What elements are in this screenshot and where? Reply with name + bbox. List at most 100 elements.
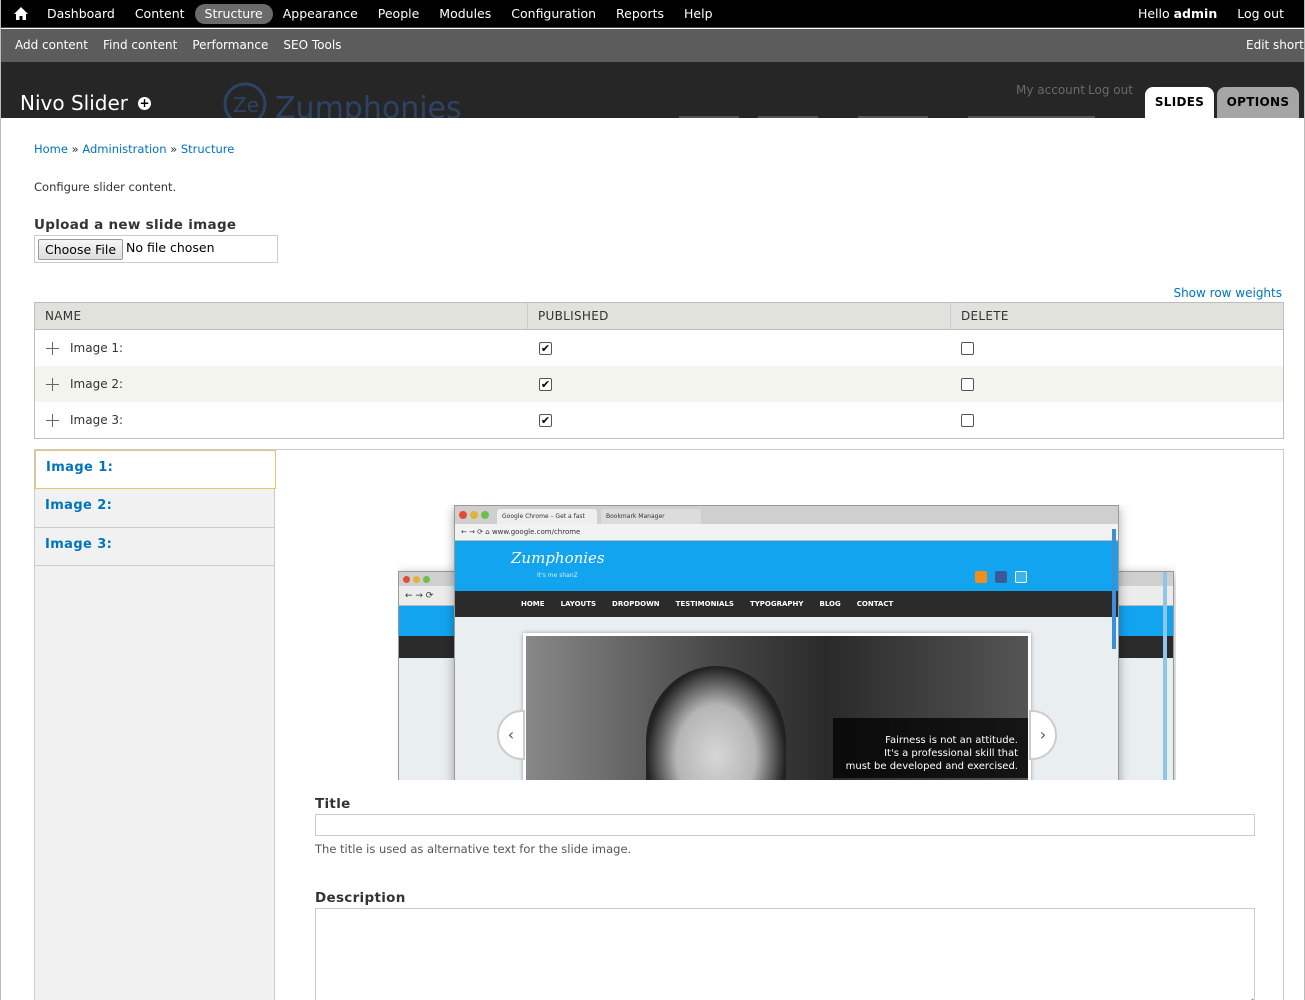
slider-portrait — [646, 666, 786, 780]
user-greeting: Hello admin — [1138, 6, 1217, 21]
slides-table: NAME PUBLISHED DELETE Image 1: ✔ Image 2… — [34, 302, 1284, 439]
title-input[interactable] — [315, 814, 1255, 836]
table-row: Image 3: ✔ — [35, 402, 1283, 438]
site-nav-contact: CONTACT — [856, 600, 894, 608]
delete-checkbox[interactable] — [961, 378, 974, 391]
published-checkbox[interactable]: ✔ — [539, 378, 552, 391]
site-nav-dropdown: DROPDOWN — [612, 600, 660, 608]
facebook-icon — [995, 571, 1007, 583]
toolbar-item-help[interactable]: Help — [674, 4, 723, 24]
intro-text: Configure slider content. — [34, 180, 177, 194]
rss-icon — [975, 571, 987, 583]
site-nav-layouts: LAYOUTS — [560, 600, 597, 608]
row-name: Image 3: — [70, 413, 124, 427]
slider-prev-icon: ‹ — [497, 710, 525, 760]
home-icon[interactable] — [13, 6, 29, 21]
add-shortcut-icon[interactable]: + — [137, 96, 151, 110]
browser-address-bar: ← → ⟳ ⌂ www.google.com/chrome — [455, 524, 1118, 541]
drag-handle-icon[interactable] — [46, 413, 59, 427]
site-nav-blog: BLOG — [819, 600, 841, 608]
table-row: Image 2: ✔ — [35, 366, 1283, 402]
choose-file-button[interactable]: Choose File — [38, 239, 124, 260]
toolbar-item-content[interactable]: Content — [125, 4, 195, 24]
file-status: No file chosen — [126, 240, 215, 255]
shortcuts-bar: Add content Find content Performance SEO… — [1, 29, 1304, 62]
hello-text: Hello — [1137, 6, 1174, 21]
toolbar-item-modules[interactable]: Modules — [429, 4, 501, 24]
vertical-tab-image-3[interactable]: Image 3: — [35, 528, 274, 566]
site-brand: Zumphonies — [511, 549, 605, 567]
delete-checkbox[interactable] — [961, 414, 974, 427]
site-page-body: Fairness is not an attitude. It's a prof… — [455, 529, 1118, 780]
shortcut-performance[interactable]: Performance — [192, 38, 268, 52]
toolbar-item-appearance[interactable]: Appearance — [273, 4, 368, 24]
description-textarea[interactable] — [315, 908, 1255, 1000]
twitter-icon — [1015, 571, 1027, 583]
published-checkbox[interactable]: ✔ — [539, 342, 552, 355]
user-name[interactable]: admin — [1174, 6, 1218, 21]
page-title-text: Nivo Slider — [20, 91, 128, 115]
slide-preview-image: ← → ⟳ Google Chrome – Get a fast Bookmar… — [398, 505, 1176, 780]
toolbar-item-dashboard[interactable]: Dashboard — [37, 4, 125, 24]
toolbar-item-structure[interactable]: Structure — [194, 4, 273, 24]
toolbar-item-configuration[interactable]: Configuration — [501, 4, 606, 24]
window-buttons — [403, 576, 430, 583]
toolbar-user: Hello admin Log out — [1138, 6, 1284, 21]
upload-label: Upload a new slide image — [34, 217, 237, 233]
toolbar-item-people[interactable]: People — [368, 4, 430, 24]
tab-options[interactable]: OPTIONS — [1217, 87, 1299, 118]
table-row: Image 1: ✔ — [35, 330, 1283, 366]
tab-slides[interactable]: SLIDES — [1145, 87, 1214, 118]
ghost-nav — [679, 116, 739, 118]
browser-url: www.google.com/chrome — [491, 528, 581, 536]
breadcrumb-structure[interactable]: Structure — [181, 142, 235, 156]
show-row-weights-link[interactable]: Show row weights — [1173, 286, 1282, 300]
window-titlebar: Google Chrome – Get a fast Bookmark Mana… — [455, 506, 1118, 524]
name-cell: Image 1: — [35, 341, 528, 355]
toolbar-item-reports[interactable]: Reports — [606, 4, 674, 24]
upload-field: Choose File No file chosen — [34, 235, 278, 263]
front-browser-window: Google Chrome – Get a fast Bookmark Mana… — [454, 505, 1119, 780]
published-checkbox[interactable]: ✔ — [539, 414, 552, 427]
breadcrumb-home[interactable]: Home — [34, 142, 68, 156]
ghost-nav — [758, 116, 818, 118]
ghost-nav — [968, 116, 1095, 118]
site-nav-home: HOME — [521, 600, 545, 608]
page-title: Nivo Slider + — [20, 91, 151, 115]
site-header-band: Zumphonies It's me shanZ — [455, 541, 1118, 591]
edit-shortcuts-link[interactable]: Edit shortcuts — [1246, 38, 1304, 52]
caption-line: must be developed and exercised. — [845, 761, 1018, 772]
shortcut-find-content[interactable]: Find content — [103, 38, 177, 52]
table-header: NAME PUBLISHED DELETE — [35, 303, 1283, 330]
svg-text:Zumphonies: Zumphonies — [275, 91, 462, 118]
vertical-tabs-menu: Image 1: Image 2: Image 3: — [35, 450, 276, 1000]
logout-link[interactable]: Log out — [1237, 6, 1284, 21]
delete-checkbox[interactable] — [961, 342, 974, 355]
breadcrumb: Home » Administration » Structure — [34, 142, 234, 156]
breadcrumb-separator: » — [71, 142, 79, 156]
drag-handle-icon[interactable] — [46, 377, 59, 391]
drag-handle-icon[interactable] — [46, 341, 59, 355]
vertical-tab-image-2[interactable]: Image 2: — [35, 489, 274, 528]
column-header-delete: DELETE — [961, 309, 1009, 323]
shortcut-add-content[interactable]: Add content — [15, 38, 88, 52]
site-nav-band: HOME LAYOUTS DROPDOWN TESTIMONIALS TYPOG… — [455, 591, 1118, 617]
row-name: Image 2: — [70, 377, 124, 391]
svg-text:Ze: Ze — [233, 93, 259, 117]
my-account-link[interactable]: My account — [1016, 83, 1085, 97]
caption-line: Fairness is not an attitude. — [885, 735, 1018, 746]
scrollbar-thumb — [1112, 529, 1116, 649]
window-buttons — [459, 511, 489, 519]
breadcrumb-administration[interactable]: Administration — [82, 142, 166, 156]
browser-tab-bookmarks: Bookmark Manager — [601, 509, 701, 524]
shortcut-seo-tools[interactable]: SEO Tools — [283, 38, 341, 52]
slider-photo: Fairness is not an attitude. It's a prof… — [523, 633, 1031, 780]
vertical-tab-image-1[interactable]: Image 1: — [35, 450, 276, 489]
column-header-name: NAME — [35, 303, 528, 329]
site-nav-testimonials: TESTIMONIALS — [675, 600, 734, 608]
title-help-text: The title is used as alternative text fo… — [315, 842, 632, 856]
header-logout-link[interactable]: Log out — [1088, 83, 1133, 97]
breadcrumb-separator: » — [170, 142, 178, 156]
site-brand-tag: It's me shanZ — [537, 572, 578, 579]
row-name: Image 1: — [70, 341, 124, 355]
